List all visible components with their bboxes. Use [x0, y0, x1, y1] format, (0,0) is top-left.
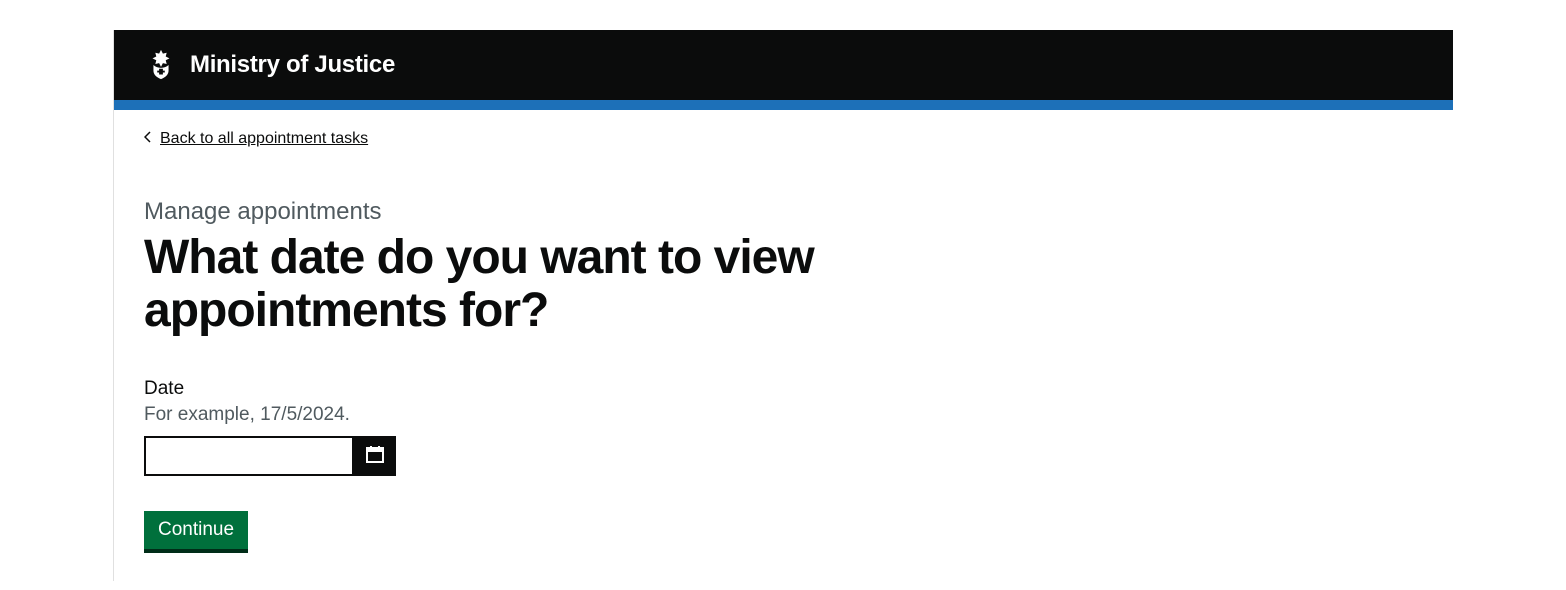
date-input-group	[144, 436, 1423, 476]
back-link[interactable]: Back to all appointment tasks	[144, 130, 368, 148]
header: Ministry of Justice	[114, 30, 1453, 100]
crest-icon	[144, 48, 178, 82]
chevron-left-icon	[144, 130, 154, 148]
main-content: Back to all appointment tasks Manage app…	[114, 110, 1453, 581]
continue-button[interactable]: Continue	[144, 511, 248, 551]
date-label: Date	[144, 378, 1423, 400]
header-accent-bar	[114, 100, 1453, 110]
header-org-name: Ministry of Justice	[190, 51, 395, 79]
back-link-label: Back to all appointment tasks	[160, 130, 368, 148]
calendar-icon	[365, 444, 385, 467]
date-hint: For example, 17/5/2024.	[144, 404, 1423, 426]
page-caption: Manage appointments	[144, 198, 1423, 226]
date-input[interactable]	[144, 436, 354, 476]
calendar-button[interactable]	[354, 436, 396, 476]
page-heading: What date do you want to view appointmen…	[144, 232, 844, 338]
